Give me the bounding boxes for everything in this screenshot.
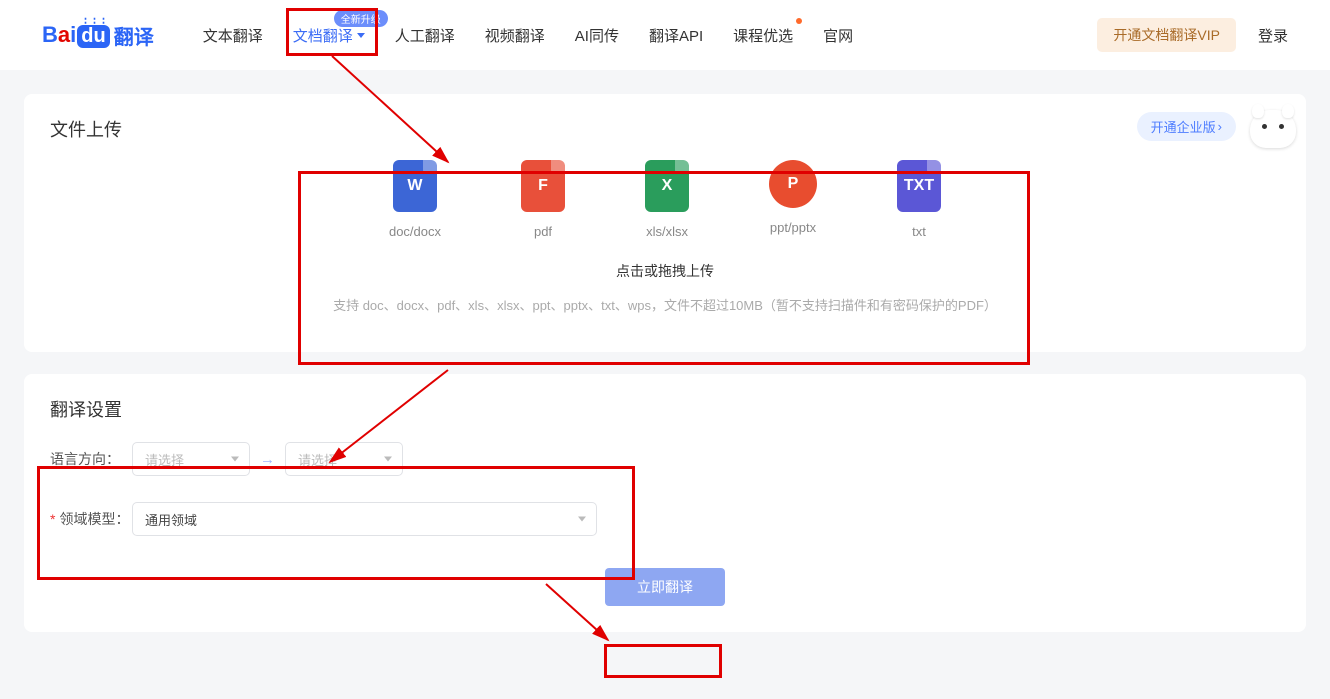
nav-menu: 文本翻译 文档翻译 全新升级 人工翻译 视频翻译 AI同传 翻译API 课程优选… (188, 0, 868, 70)
domain-label: *领域模型： (50, 509, 132, 529)
select-placeholder: 请选择 (145, 450, 184, 469)
upload-dropzone[interactable]: W doc/docx F pdf X xls/xlsx P ppt/pptx T… (50, 142, 1280, 326)
filetype-label: doc/docx (389, 224, 441, 239)
xls-icon: X (645, 160, 689, 212)
action-row: 立即翻译 (50, 536, 1280, 606)
enterprise-link[interactable]: 开通企业版 › (1137, 112, 1236, 141)
logo-cn: 翻译 (114, 21, 154, 50)
nav-label: 翻译API (649, 25, 703, 46)
filetype-word: W doc/docx (389, 160, 441, 239)
word-icon: W (393, 160, 437, 212)
nav-api[interactable]: 翻译API (634, 0, 718, 70)
nav-label: AI同传 (575, 25, 619, 46)
annotation-box (604, 644, 722, 678)
filetype-xls: X xls/xlsx (645, 160, 689, 239)
nav-label: 人工翻译 (395, 25, 455, 46)
nav-official[interactable]: 官网 (808, 0, 868, 70)
select-value: 通用领域 (145, 510, 197, 529)
nav-label: 文本翻译 (203, 25, 263, 46)
nav-label: 文档翻译 (293, 25, 353, 46)
nav-doc-translate[interactable]: 文档翻译 全新升级 (278, 0, 380, 70)
logo[interactable]: Baidu⋮⋮⋮ 翻译 (42, 21, 154, 50)
chevron-down-icon (357, 33, 365, 38)
filetype-row: W doc/docx F pdf X xls/xlsx P ppt/pptx T… (50, 160, 1280, 239)
nav-ai-interp[interactable]: AI同传 (560, 0, 634, 70)
txt-icon: TXT (897, 160, 941, 212)
filetype-label: txt (912, 224, 926, 239)
nav-human-translate[interactable]: 人工翻译 (380, 0, 470, 70)
top-nav: Baidu⋮⋮⋮ 翻译 文本翻译 文档翻译 全新升级 人工翻译 视频翻译 AI同… (0, 0, 1330, 70)
nav-label: 课程优选 (733, 25, 793, 46)
chevron-down-icon (384, 457, 392, 462)
nav-text-translate[interactable]: 文本翻译 (188, 0, 278, 70)
filetype-ppt: P ppt/pptx (769, 160, 817, 239)
translate-button[interactable]: 立即翻译 (605, 568, 725, 606)
row-language: 语言方向： 请选择 → 请选择 (50, 442, 1280, 476)
filetype-txt: TXT txt (897, 160, 941, 239)
header-right: 开通文档翻译VIP 登录 (1097, 18, 1288, 52)
main: 文件上传 开通企业版 › W doc/docx F pdf (0, 70, 1330, 632)
source-language-select[interactable]: 请选择 (132, 442, 250, 476)
chevron-down-icon (231, 457, 239, 462)
pdf-icon: F (521, 160, 565, 212)
swap-arrow-icon[interactable]: → (260, 451, 275, 468)
required-asterisk: * (50, 511, 55, 527)
row-domain: *领域模型： 通用领域 (50, 502, 1280, 536)
upload-tip: 点击或拖拽上传 (50, 261, 1280, 281)
enterprise-label: 开通企业版 (1151, 117, 1216, 136)
settings-title: 翻译设置 (50, 396, 1280, 422)
chevron-down-icon (578, 517, 586, 522)
filetype-label: pdf (534, 224, 552, 239)
mascot-icon (1250, 104, 1306, 152)
notification-dot-icon (796, 18, 802, 24)
filetype-label: ppt/pptx (770, 220, 816, 235)
ppt-icon: P (769, 160, 817, 208)
nav-label: 视频翻译 (485, 25, 545, 46)
upload-card: 文件上传 开通企业版 › W doc/docx F pdf (24, 94, 1306, 352)
nav-courses[interactable]: 课程优选 (718, 0, 808, 70)
filetype-label: xls/xlsx (646, 224, 688, 239)
domain-model-select[interactable]: 通用领域 (132, 502, 597, 536)
domain-label-text: 领域模型： (59, 511, 129, 527)
upload-title: 文件上传 (50, 116, 1280, 142)
upload-note: 支持 doc、docx、pdf、xls、xlsx、ppt、pptx、txt、wp… (50, 295, 1280, 314)
select-placeholder: 请选择 (298, 450, 337, 469)
chevron-right-icon: › (1218, 119, 1222, 134)
filetype-pdf: F pdf (521, 160, 565, 239)
settings-card: 翻译设置 语言方向： 请选择 → 请选择 *领域模型： 通用领 (24, 374, 1306, 632)
vip-button[interactable]: 开通文档翻译VIP (1097, 18, 1236, 52)
lang-label: 语言方向： (50, 449, 132, 469)
target-language-select[interactable]: 请选择 (285, 442, 403, 476)
nav-video-translate[interactable]: 视频翻译 (470, 0, 560, 70)
nav-label: 官网 (823, 25, 853, 46)
settings-body: 语言方向： 请选择 → 请选择 *领域模型： 通用领域 (50, 422, 1280, 536)
login-link[interactable]: 登录 (1258, 25, 1288, 46)
